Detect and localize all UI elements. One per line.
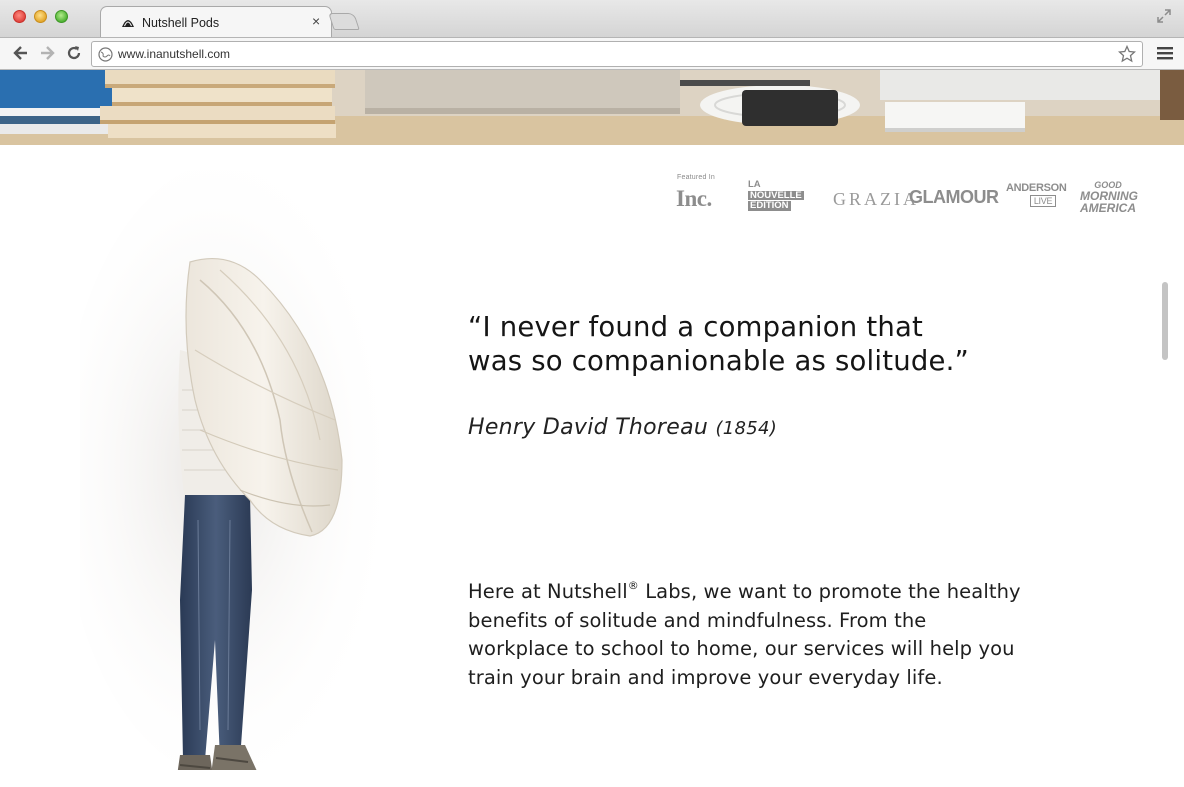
new-tab-button[interactable] — [328, 13, 360, 30]
quote-attribution: Henry David Thoreau (1854) — [468, 415, 777, 440]
hero-desk-image — [0, 70, 1184, 145]
nutshell-favicon-icon — [122, 20, 134, 27]
anderson-text: ANDERSON — [1006, 182, 1067, 194]
window-maximize-button[interactable] — [55, 10, 68, 23]
quote-year: (1854) — [715, 418, 778, 439]
glamour-logo: GLAMOUR — [909, 187, 999, 207]
globe-icon — [98, 47, 113, 62]
quote-line-1: “I never found a companion that — [468, 311, 923, 343]
intro-paragraph: Here at Nutshell® Labs, we want to promo… — [468, 578, 1028, 692]
forward-arrow-icon[interactable] — [37, 43, 57, 63]
anderson-live-logo: ANDERSON LIVE — [1006, 182, 1067, 208]
hamburger-menu-icon[interactable] — [1156, 45, 1174, 61]
fullscreen-icon[interactable] — [1156, 8, 1172, 24]
quote-author: Henry David Thoreau — [468, 415, 709, 440]
scrollbar-thumb[interactable] — [1162, 282, 1168, 360]
back-arrow-icon[interactable] — [11, 43, 31, 63]
la-nouvelle-line-3: EDITION — [748, 200, 791, 211]
good-morning-america-logo: GOOD MORNING AMERICA — [1080, 181, 1138, 215]
grazia-logo: GRAZIA — [833, 189, 919, 209]
url-text[interactable]: www.inanutshell.com — [118, 47, 230, 61]
thoreau-quote: “I never found a companion that was so c… — [468, 310, 1088, 378]
quote-line-2: was so companionable as solitude.” — [468, 345, 970, 377]
gma-line-3: AMERICA — [1080, 201, 1136, 215]
browser-toolbar: www.inanutshell.com — [0, 37, 1184, 70]
window-close-button[interactable] — [13, 10, 26, 23]
page-viewport: Featured In Inc. LA NOUVELLE EDITION GRA… — [0, 70, 1184, 787]
featured-in-label: Featured In — [677, 174, 715, 181]
bookmark-star-icon[interactable] — [1118, 45, 1136, 63]
la-nouvelle-line-1: LA — [748, 179, 761, 190]
inc-logo: Inc. — [676, 186, 712, 211]
live-badge: LIVE — [1029, 195, 1057, 207]
person-in-pod-image — [80, 170, 400, 770]
tab-close-button[interactable]: × — [312, 13, 320, 29]
window-minimize-button[interactable] — [34, 10, 47, 23]
registered-mark: ® — [627, 578, 639, 592]
browser-tab[interactable]: Nutshell Pods × — [100, 6, 332, 38]
la-nouvelle-edition-logo: LA NOUVELLE EDITION — [748, 180, 812, 211]
browser-titlebar: Nutshell Pods × — [0, 0, 1184, 38]
reload-icon[interactable] — [64, 43, 84, 63]
tab-title: Nutshell Pods — [142, 16, 220, 30]
la-nouvelle-line-2: NOUVELLE — [748, 189, 804, 201]
intro-text-part-1: Here at Nutshell — [468, 580, 628, 603]
address-bar[interactable]: www.inanutshell.com — [91, 41, 1143, 67]
